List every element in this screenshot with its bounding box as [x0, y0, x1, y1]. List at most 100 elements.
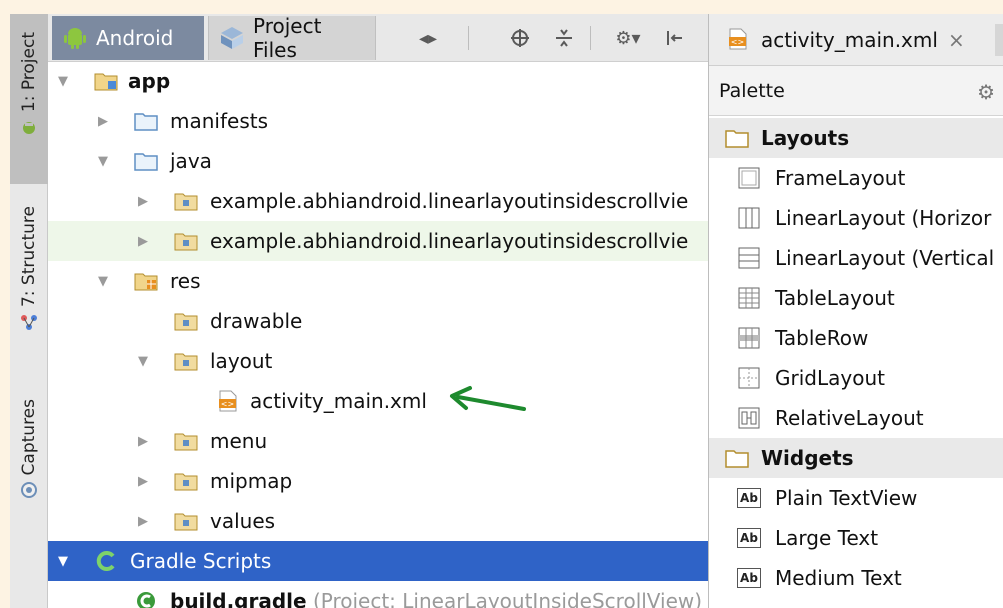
- res-folder-icon: [134, 270, 158, 292]
- expand-arrow-icon[interactable]: ▶: [136, 474, 150, 489]
- expand-arrow-icon[interactable]: ▼: [96, 274, 110, 289]
- palette-item-large-text[interactable]: Ab Large Text: [709, 518, 1003, 558]
- expand-arrow-icon[interactable]: ▶: [136, 514, 150, 529]
- tab-project-files[interactable]: Project Files: [208, 14, 376, 62]
- text-ab-icon: Ab: [737, 526, 761, 550]
- gear-icon[interactable]: ⚙: [977, 80, 995, 104]
- palette-item-framelayout[interactable]: FrameLayout: [709, 158, 1003, 198]
- tree-row-drawable[interactable]: drawable: [48, 301, 708, 341]
- palette-title: Palette: [719, 79, 785, 102]
- tree-row-app[interactable]: ▼ app: [48, 61, 708, 101]
- package-icon: [174, 230, 198, 252]
- expand-arrow-icon[interactable]: ▼: [136, 354, 150, 369]
- tool-tab-captures[interactable]: Captures: [10, 399, 48, 539]
- crosshair-icon[interactable]: [508, 26, 532, 50]
- split-arrows-icon[interactable]: ◂▸: [416, 26, 440, 50]
- expand-arrow-icon[interactable]: ▼: [96, 154, 110, 169]
- structure-icon: [20, 313, 38, 331]
- svg-text:<>: <>: [731, 37, 744, 46]
- palette-item-tablerow[interactable]: TableRow: [709, 318, 1003, 358]
- tree-row-package[interactable]: ▶ example.abhiandroid.linearlayoutinside…: [48, 181, 708, 221]
- android-icon: [20, 118, 38, 136]
- tree-row-mipmap[interactable]: ▶ mipmap: [48, 461, 708, 501]
- table-layout-icon: [737, 286, 761, 310]
- project-toolbar: Android Project Files ◂▸ ⚙▾: [48, 14, 708, 62]
- captures-icon: [20, 481, 38, 499]
- palette-label: LinearLayout (Horizor: [775, 206, 992, 230]
- palette-item-medium-text[interactable]: Ab Medium Text: [709, 558, 1003, 598]
- project-panel: Android Project Files ◂▸ ⚙▾ ▼ app ▶ mani…: [48, 14, 708, 608]
- xml-file-icon: <>: [727, 28, 751, 52]
- design-panel: <> activity_main.xml × Palette ⚙ Layouts…: [708, 14, 1003, 608]
- palette-label: TableLayout: [775, 286, 895, 310]
- tree-row-layout[interactable]: ▼ layout: [48, 341, 708, 381]
- grid-layout-icon: [737, 366, 761, 390]
- android-icon: [62, 25, 88, 51]
- next-tab-stub[interactable]: [995, 24, 1003, 56]
- palette-label: Layouts: [761, 126, 850, 150]
- frame-layout-icon: [737, 166, 761, 190]
- tree-row-java[interactable]: ▼ java: [48, 141, 708, 181]
- palette-item-linear-vertical[interactable]: LinearLayout (Vertical: [709, 238, 1003, 278]
- tree-row-gradle-scripts[interactable]: ▼ Gradle Scripts: [48, 541, 708, 581]
- tab-label: Android: [96, 25, 174, 50]
- folder-icon: [134, 150, 158, 172]
- tool-window-strip: 1: Project 7: Structure Captures: [10, 14, 48, 608]
- tree-label: build.gradle (Project: LinearLayoutInsid…: [170, 589, 702, 608]
- gear-icon[interactable]: ⚙▾: [610, 26, 646, 50]
- expand-arrow-icon[interactable]: ▼: [56, 554, 70, 569]
- tree-label: Gradle Scripts: [130, 549, 272, 573]
- folder-icon: [134, 110, 158, 132]
- palette-label: Plain TextView: [775, 486, 918, 510]
- palette-label: GridLayout: [775, 366, 885, 390]
- tree-row-package[interactable]: ▶ example.abhiandroid.linearlayoutinside…: [48, 221, 708, 261]
- tree-sublabel: (Project: LinearLayoutInsideScrollView): [312, 589, 703, 608]
- tree-label: example.abhiandroid.linearlayoutinsidesc…: [210, 229, 689, 253]
- palette-category-layouts[interactable]: Layouts: [709, 118, 1003, 158]
- expand-arrow-icon[interactable]: ▶: [96, 114, 110, 129]
- linear-horizontal-icon: [737, 206, 761, 230]
- collapse-icon[interactable]: [552, 26, 576, 50]
- tree-row-activity-main[interactable]: <> activity_main.xml: [48, 381, 708, 421]
- expand-arrow-icon[interactable]: ▶: [136, 434, 150, 449]
- folder-icon: [725, 126, 749, 150]
- expand-arrow-icon[interactable]: ▶: [136, 234, 150, 249]
- editor-tab-activity-main[interactable]: <> activity_main.xml ×: [709, 14, 1003, 66]
- tree-row-res[interactable]: ▼ res: [48, 261, 708, 301]
- tool-tab-structure[interactable]: 7: Structure: [10, 204, 48, 374]
- package-icon: [174, 430, 198, 452]
- tree-label: activity_main.xml: [250, 389, 427, 413]
- tool-tab-label: 1: Project: [19, 32, 39, 113]
- package-icon: [174, 350, 198, 372]
- palette-item-plain-textview[interactable]: Ab Plain TextView: [709, 478, 1003, 518]
- palette-item-relativelayout[interactable]: RelativeLayout: [709, 398, 1003, 438]
- tab-android[interactable]: Android: [52, 15, 204, 60]
- toolbar-divider: [468, 26, 469, 50]
- palette-item-tablelayout[interactable]: TableLayout: [709, 278, 1003, 318]
- tree-row-menu[interactable]: ▶ menu: [48, 421, 708, 461]
- palette-label: Widgets: [761, 446, 854, 470]
- tool-tab-label: 7: Structure: [19, 206, 39, 308]
- table-row-icon: [737, 326, 761, 350]
- svg-text:<>: <>: [221, 400, 234, 409]
- palette-label: LinearLayout (Vertical: [775, 246, 995, 270]
- palette-category-widgets[interactable]: Widgets: [709, 438, 1003, 478]
- module-folder-icon: [94, 70, 118, 92]
- package-icon: [174, 190, 198, 212]
- tree-label: java: [170, 149, 212, 173]
- tree-row-values[interactable]: ▶ values: [48, 501, 708, 541]
- palette-label: FrameLayout: [775, 166, 906, 190]
- pin-icon[interactable]: [662, 26, 686, 50]
- tree-row-build-gradle[interactable]: build.gradle (Project: LinearLayoutInsid…: [48, 581, 708, 608]
- gradle-file-icon: [134, 590, 158, 608]
- tree-label: res: [170, 269, 201, 293]
- text-ab-icon: Ab: [737, 486, 761, 510]
- tree-row-manifests[interactable]: ▶ manifests: [48, 101, 708, 141]
- text-ab-glyph: Ab: [737, 568, 761, 588]
- close-icon[interactable]: ×: [948, 28, 965, 52]
- palette-item-linear-horizontal[interactable]: LinearLayout (Horizor: [709, 198, 1003, 238]
- palette-item-gridlayout[interactable]: GridLayout: [709, 358, 1003, 398]
- expand-arrow-icon[interactable]: ▶: [136, 194, 150, 209]
- expand-arrow-icon[interactable]: ▼: [56, 74, 70, 89]
- tool-tab-project[interactable]: 1: Project: [10, 14, 48, 184]
